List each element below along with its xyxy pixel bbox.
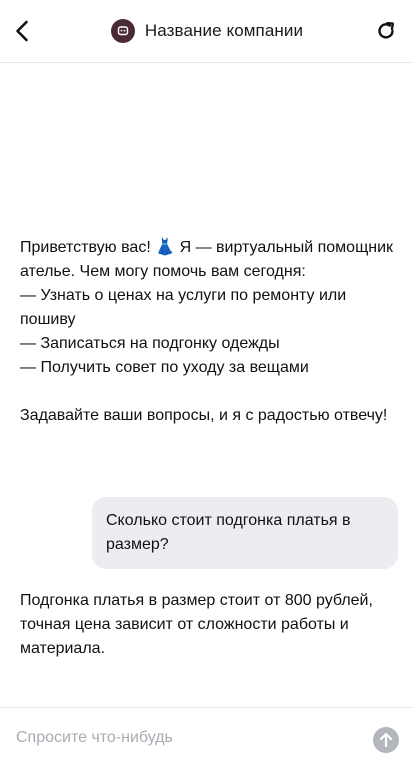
message-input[interactable]: [16, 722, 356, 754]
chat-screen: Название компании Приветствую вас! 👗 Я —…: [0, 0, 414, 770]
bot-greeting-option: — Получить совет по уходу за вещами: [20, 359, 309, 376]
arrow-up-icon: [379, 732, 393, 748]
company-title-group: Название компании: [110, 19, 304, 43]
bot-greeting-line: Приветствую вас! 👗 Я — виртуальный помощ…: [20, 239, 394, 280]
message-list[interactable]: Приветствую вас! 👗 Я — виртуальный помощ…: [0, 63, 414, 707]
back-button[interactable]: [6, 13, 38, 49]
bot-reply-text: Подгонка платья в размер стоит от 800 ру…: [20, 592, 373, 657]
bot-greeting-option: — Узнать о ценах на услуги по ремонту ил…: [20, 287, 347, 328]
bot-greeting-option: — Записаться на подгонку одежды: [20, 335, 280, 352]
header: Название компании: [0, 0, 414, 63]
composer: [0, 707, 414, 770]
send-button[interactable]: [373, 727, 399, 753]
chevron-left-icon: [16, 20, 28, 42]
bot-greeting-closing: Задавайте ваши вопросы, и я с радостью о…: [20, 407, 388, 424]
page-title: Название компании: [144, 21, 304, 40]
chat-bot-logo-icon: [110, 19, 135, 43]
bot-message-reply: Подгонка платья в размер стоит от 800 ру…: [20, 589, 402, 661]
bot-message-greeting: Приветствую вас! 👗 Я — виртуальный помощ…: [20, 236, 402, 428]
refresh-button[interactable]: [368, 13, 404, 49]
user-message-bubble: Сколько стоит подгонка платья в размер?: [92, 497, 398, 569]
user-message-text: Сколько стоит подгонка платья в размер?: [106, 512, 351, 553]
refresh-icon: [378, 22, 394, 39]
